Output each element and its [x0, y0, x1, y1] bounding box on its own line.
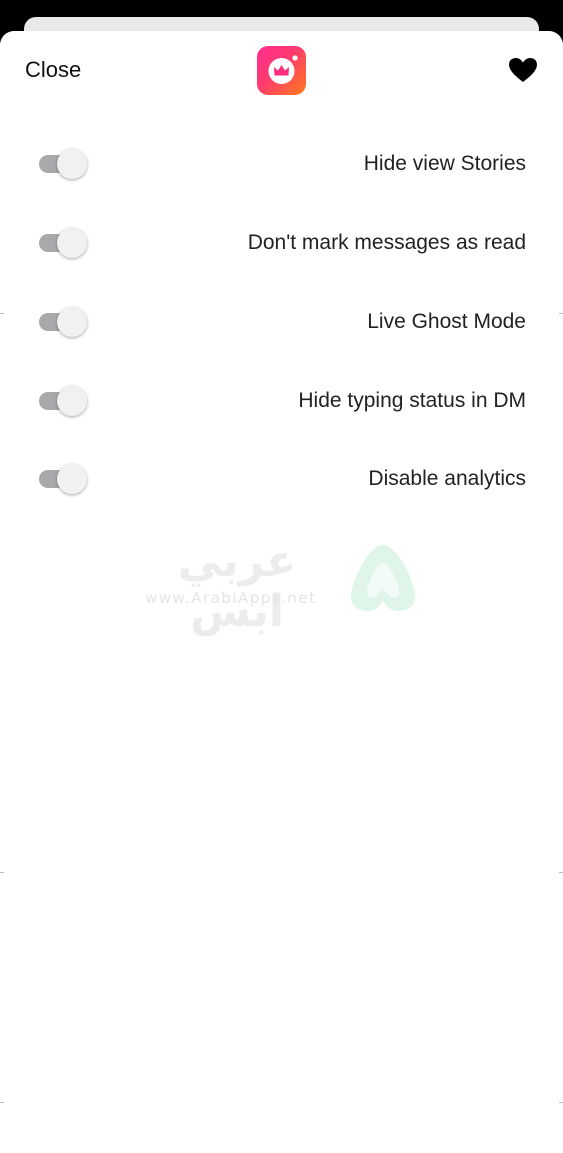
- edge-tick: [0, 1102, 4, 1103]
- setting-label: Hide typing status in DM: [298, 389, 526, 412]
- toggle-knob: [57, 149, 87, 179]
- dont-mark-read-toggle[interactable]: [37, 228, 89, 258]
- setting-row-dont-mark-read: Don't mark messages as read: [0, 211, 563, 271]
- edge-tick: [559, 872, 563, 873]
- edge-tick: [0, 313, 4, 314]
- toggle-knob: [57, 386, 87, 416]
- watermark-logo-icon: [351, 545, 415, 611]
- edge-tick: [559, 313, 563, 314]
- crown-camera-icon: [257, 46, 306, 95]
- setting-row-disable-analytics: Disable analytics: [0, 447, 563, 507]
- live-ghost-mode-toggle[interactable]: [37, 307, 89, 337]
- watermark: عربي ابس www.ArabiApps.net: [140, 537, 430, 637]
- heart-icon[interactable]: [508, 57, 538, 83]
- sheet-header: Close: [0, 31, 563, 109]
- setting-label: Don't mark messages as read: [247, 231, 526, 254]
- setting-label: Hide view Stories: [363, 152, 526, 175]
- setting-row-live-ghost-mode: Live Ghost Mode: [0, 290, 563, 350]
- edge-tick: [0, 872, 4, 873]
- setting-row-hide-view-stories: Hide view Stories: [0, 132, 563, 192]
- toggle-knob: [57, 464, 87, 494]
- setting-label: Live Ghost Mode: [367, 310, 526, 333]
- disable-analytics-toggle[interactable]: [37, 464, 89, 494]
- toggle-knob: [57, 228, 87, 258]
- toggle-knob: [57, 307, 87, 337]
- watermark-url: www.ArabiApps.net: [145, 589, 317, 607]
- hide-typing-status-toggle[interactable]: [37, 386, 89, 416]
- hide-view-stories-toggle[interactable]: [37, 149, 89, 179]
- setting-row-hide-typing-status: Hide typing status in DM: [0, 369, 563, 429]
- setting-label: Disable analytics: [368, 467, 526, 490]
- close-button[interactable]: Close: [25, 56, 81, 84]
- settings-sheet: Close Hide view Stories Don't mark messa…: [0, 31, 563, 1153]
- edge-tick: [559, 1102, 563, 1103]
